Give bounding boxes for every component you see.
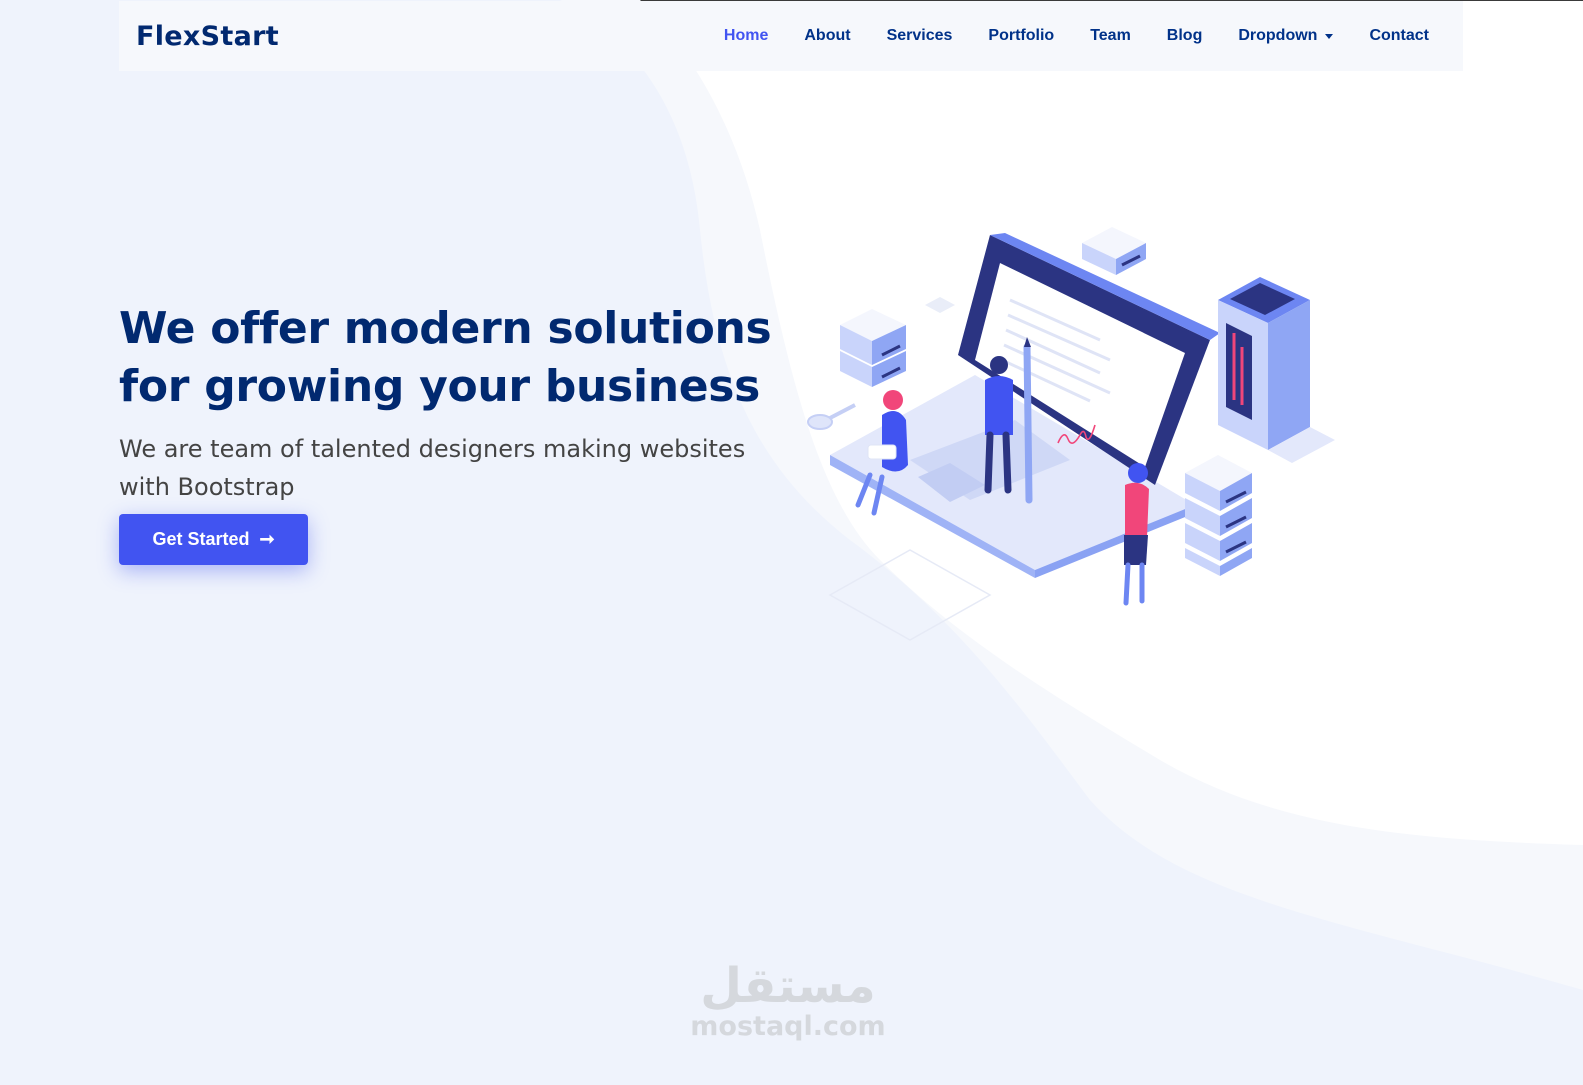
- mostaql-watermark: مستقل mostaql.com: [688, 955, 888, 1041]
- key-icon: [807, 403, 856, 430]
- page: FlexStart Home About Services Portfolio …: [0, 0, 1583, 1085]
- hero-illustration: [807, 227, 1335, 641]
- caret-down-icon: [1325, 33, 1334, 39]
- hero-title-line-1: We offer modern solutions: [119, 303, 772, 354]
- nav-link-blog[interactable]: Blog: [1167, 27, 1203, 45]
- hero-text: We offer modern solutions for growing yo…: [119, 300, 819, 506]
- watermark-latin: mostaql.com: [690, 1011, 886, 1042]
- hero-title: We offer modern solutions for growing yo…: [119, 300, 819, 416]
- watermark-arabic: مستقل: [700, 958, 876, 1014]
- server-top-icon: [1082, 227, 1146, 275]
- arrow-right-icon: ➞: [259, 529, 275, 549]
- hero-subtitle: We are team of talented designers making…: [119, 435, 746, 501]
- nav-link-contact[interactable]: Contact: [1369, 27, 1429, 45]
- hero-title-line-2: for growing your business: [119, 361, 761, 412]
- nav-link-home[interactable]: Home: [724, 27, 768, 45]
- nav-link-portfolio[interactable]: Portfolio: [988, 27, 1054, 45]
- site-logo[interactable]: FlexStart: [136, 21, 279, 52]
- site-header: FlexStart Home About Services Portfolio …: [119, 1, 1463, 71]
- server-stack-right-icon: [1185, 455, 1252, 576]
- get-started-label: Get Started: [152, 529, 250, 549]
- server-tower-icon: [1218, 277, 1335, 463]
- nav-link-team[interactable]: Team: [1090, 27, 1131, 45]
- nav-link-about[interactable]: About: [804, 27, 850, 45]
- get-started-button[interactable]: Get Started ➞: [119, 514, 308, 565]
- nav-dropdown[interactable]: Dropdown: [1238, 27, 1334, 45]
- nav-dropdown-label: Dropdown: [1238, 27, 1318, 44]
- server-stack-left-icon: [840, 309, 906, 387]
- main-nav: Home About Services Portfolio Team Blog …: [688, 27, 1429, 45]
- nav-link-services[interactable]: Services: [887, 27, 953, 45]
